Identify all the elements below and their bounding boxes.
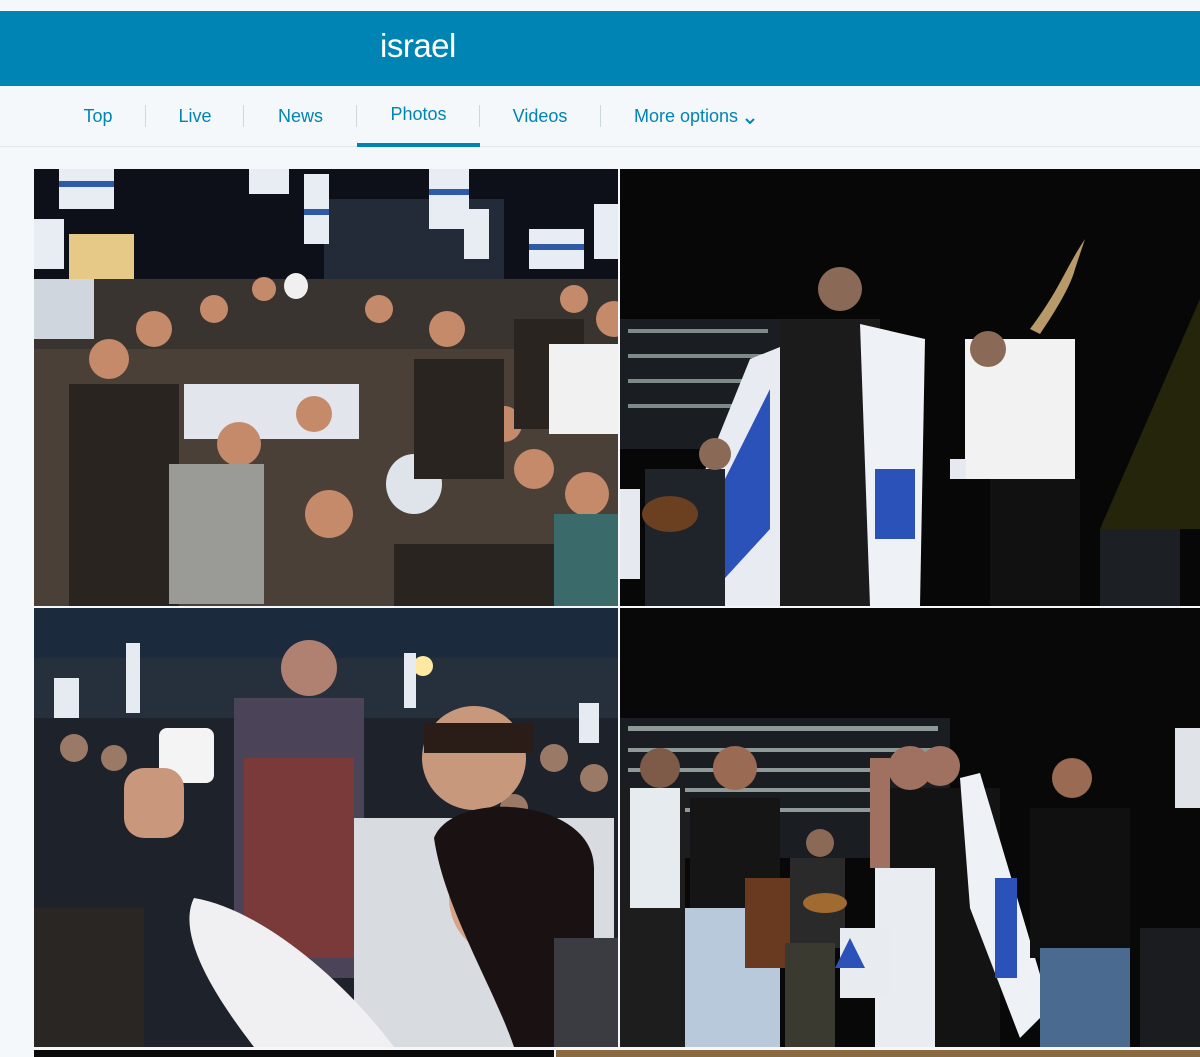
tab-news[interactable]: News bbox=[264, 86, 337, 147]
tab-separator bbox=[479, 105, 480, 127]
photo-partial-right[interactable] bbox=[556, 1050, 1200, 1057]
search-tabs: Top Live News Photos Videos More options bbox=[0, 86, 1200, 147]
tab-more-options-label: More options bbox=[633, 106, 739, 126]
tab-videos[interactable]: Videos bbox=[500, 86, 580, 147]
photo-stage-group-image bbox=[620, 608, 1200, 1047]
photo-selfie-image bbox=[34, 608, 618, 1047]
tab-videos-label: Videos bbox=[512, 106, 568, 126]
tab-top[interactable]: Top bbox=[70, 86, 126, 147]
photo-partial-left[interactable] bbox=[34, 1050, 554, 1057]
tab-photos[interactable]: Photos bbox=[357, 86, 480, 147]
tab-more-options[interactable]: More options bbox=[620, 86, 770, 147]
search-header: israel bbox=[0, 11, 1200, 86]
search-query-title: israel bbox=[380, 27, 456, 64]
photo-crowd-rally[interactable] bbox=[34, 169, 618, 606]
chevron-down-icon bbox=[744, 111, 756, 124]
tab-photos-label: Photos bbox=[390, 104, 447, 124]
tab-top-label: Top bbox=[83, 106, 113, 126]
photo-stage-group[interactable] bbox=[620, 608, 1200, 1047]
photo-selfie[interactable] bbox=[34, 608, 618, 1047]
top-strip bbox=[0, 0, 1200, 11]
photo-crowd-rally-image bbox=[34, 169, 618, 606]
photo-stage-singer[interactable] bbox=[620, 169, 1200, 606]
tab-separator bbox=[145, 105, 146, 127]
tab-live-label: Live bbox=[178, 106, 212, 126]
tab-news-label: News bbox=[277, 106, 323, 126]
tab-live[interactable]: Live bbox=[166, 86, 224, 147]
tab-separator bbox=[600, 105, 601, 127]
photo-grid bbox=[0, 148, 1200, 1057]
photo-stage-singer-image bbox=[620, 169, 1200, 606]
tab-separator bbox=[243, 105, 244, 127]
